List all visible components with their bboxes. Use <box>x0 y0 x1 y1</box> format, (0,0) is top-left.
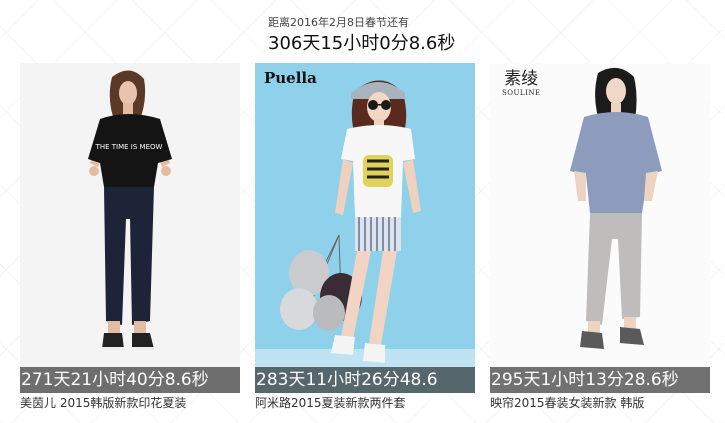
brand-logo-puella: Puella <box>264 69 317 87</box>
countdown-timer-3: 295天1小时13分28.6秒 <box>490 367 710 393</box>
model-photo-2 <box>255 63 475 393</box>
product-card-3[interactable]: 素绫 SOULINE 295天1小时13分28.6秒 映帘2015春装女装新款 … <box>490 63 710 411</box>
product-image-3[interactable]: 素绫 SOULINE 295天1小时13分28.6秒 <box>490 63 710 393</box>
shirt-print: THE TIME IS MEOW <box>95 143 163 151</box>
page: 距离2016年2月8日春节还有 306天15小时0分8.6秒 THE TIME … <box>0 0 725 423</box>
product-image-1[interactable]: THE TIME IS MEOW 271天21小时40分8.6秒 <box>20 63 240 393</box>
countdown-timer-2: 283天11小时26分48.6 <box>255 367 475 393</box>
product-title-1[interactable]: 美茵儿 2015韩版新款印花夏装 <box>20 395 240 411</box>
model-photo-3 <box>490 63 710 393</box>
product-image-2[interactable]: Puella 283天11小时26分48.6 <box>255 63 475 393</box>
product-title-2[interactable]: 阿米路2015夏装新款两件套 <box>255 395 475 411</box>
brand-name-en: SOULINE <box>502 89 541 97</box>
countdown-timer-1: 271天21小时40分8.6秒 <box>20 367 240 393</box>
countdown-caption: 距离2016年2月8日春节还有 <box>268 16 409 29</box>
model-photo-1: THE TIME IS MEOW <box>20 63 240 393</box>
festival-countdown: 距离2016年2月8日春节还有 306天15小时0分8.6秒 <box>268 16 568 56</box>
countdown-remaining: 306天15小时0分8.6秒 <box>268 33 456 54</box>
product-title-3[interactable]: 映帘2015春装女装新款 韩版 <box>490 395 710 411</box>
brand-logo-souline: 素绫 SOULINE <box>502 69 541 98</box>
product-card-1[interactable]: THE TIME IS MEOW 271天21小时40分8.6秒 美茵儿 201… <box>20 63 240 411</box>
product-card-2[interactable]: Puella 283天11小时26分48.6 阿米路2015夏装新款两件套 <box>255 63 475 411</box>
brand-name-cn: 素绫 <box>504 69 539 89</box>
